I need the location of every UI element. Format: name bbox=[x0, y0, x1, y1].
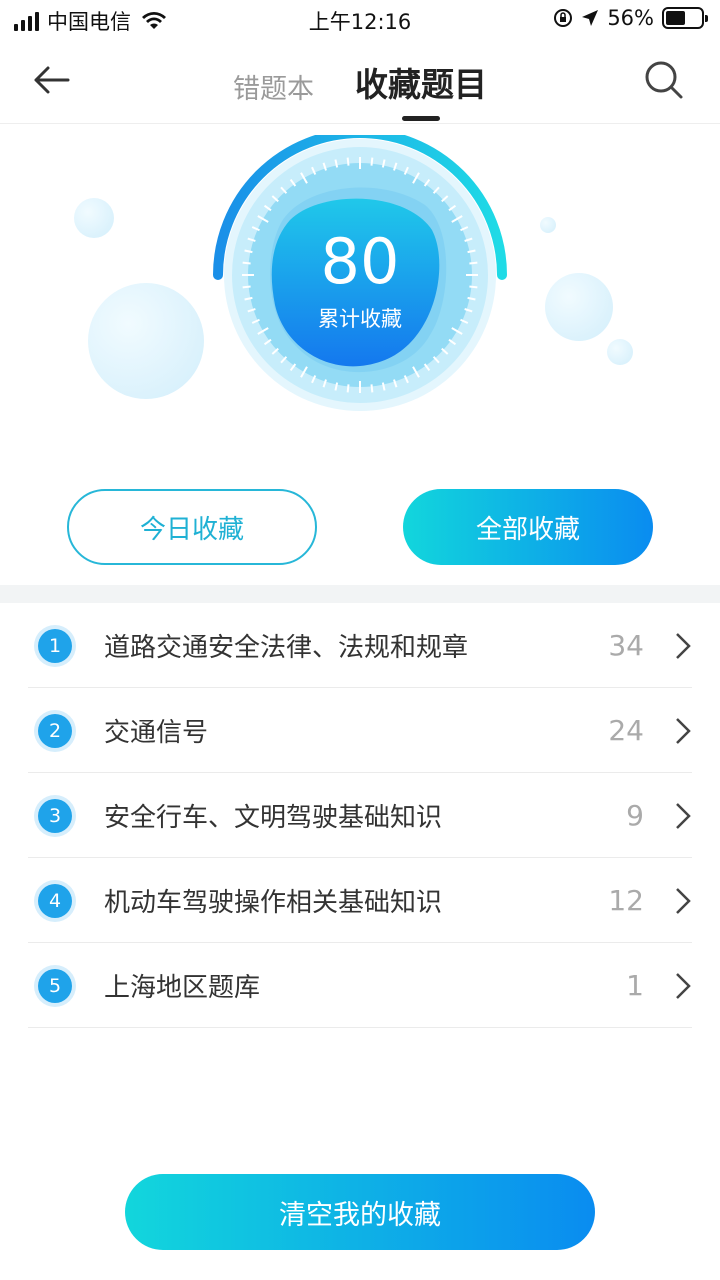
location-icon bbox=[582, 10, 599, 26]
chevron-right-icon bbox=[676, 632, 691, 659]
item-count: 34 bbox=[608, 629, 644, 662]
item-count: 12 bbox=[608, 884, 644, 917]
dial-tick bbox=[346, 384, 350, 393]
list-item[interactable]: 1 道路交通安全法律、法规和规章 34 bbox=[0, 603, 720, 688]
item-number-badge: 2 bbox=[38, 713, 72, 748]
item-count: 24 bbox=[608, 714, 644, 747]
battery-percent: 56% bbox=[607, 6, 654, 30]
item-number-badge: 3 bbox=[38, 798, 72, 833]
section-divider bbox=[0, 585, 720, 603]
list-item[interactable]: 2 交通信号 24 bbox=[0, 688, 720, 773]
item-count: 9 bbox=[626, 799, 644, 832]
tab-wrong-questions[interactable]: 错题本 bbox=[233, 67, 314, 106]
battery-fill bbox=[666, 11, 686, 25]
search-icon[interactable] bbox=[644, 60, 684, 100]
tab-favorites-label: 收藏题目 bbox=[355, 65, 488, 104]
decor-bubble bbox=[88, 283, 204, 399]
chevron-right-icon bbox=[676, 717, 691, 744]
item-count: 1 bbox=[626, 969, 644, 1002]
all-favorites-button[interactable]: 全部收藏 bbox=[403, 489, 653, 565]
favorites-count-label: 累计收藏 bbox=[318, 307, 402, 331]
item-title: 交通信号 bbox=[104, 718, 209, 748]
decor-bubble bbox=[607, 339, 633, 365]
tab-favorites[interactable]: 收藏题目 bbox=[355, 58, 488, 121]
dial-tick bbox=[370, 157, 374, 166]
item-number-badge: 5 bbox=[38, 968, 72, 1003]
chevron-right-icon bbox=[676, 972, 691, 999]
favorites-summary: 80 累计收藏 bbox=[0, 125, 720, 425]
item-title: 上海地区题库 bbox=[104, 973, 261, 1003]
dial-tick bbox=[370, 384, 374, 393]
battery-icon bbox=[662, 7, 708, 29]
tab-bar: 错题本 收藏题目 bbox=[0, 58, 720, 121]
tab-active-indicator bbox=[402, 116, 441, 121]
item-title: 安全行车、文明驾驶基础知识 bbox=[104, 803, 443, 833]
rotation-lock-icon bbox=[554, 9, 573, 27]
chevron-right-icon bbox=[676, 887, 691, 914]
list-item[interactable]: 5 上海地区题库 1 bbox=[0, 943, 720, 1028]
chevron-right-icon bbox=[676, 802, 691, 829]
item-number-badge: 1 bbox=[38, 628, 72, 663]
item-number-badge: 4 bbox=[38, 883, 72, 918]
list-item[interactable]: 3 安全行车、文明驾驶基础知识 9 bbox=[0, 773, 720, 858]
dial-tick bbox=[346, 157, 350, 166]
clear-favorites-button[interactable]: 清空我的收藏 bbox=[125, 1174, 595, 1250]
nav-bar: 错题本 收藏题目 bbox=[0, 44, 720, 124]
today-favorites-button[interactable]: 今日收藏 bbox=[67, 489, 317, 565]
item-title: 道路交通安全法律、法规和规章 bbox=[104, 633, 469, 663]
category-list: 1 道路交通安全法律、法规和规章 34 2 交通信号 24 3 安全行车、文明驾… bbox=[0, 603, 720, 1028]
favorites-count: 80 bbox=[320, 225, 400, 298]
status-bar: 中国电信 上午12:16 56% bbox=[0, 0, 720, 40]
item-title: 机动车驾驶操作相关基础知识 bbox=[104, 888, 443, 918]
list-item[interactable]: 4 机动车驾驶操作相关基础知识 12 bbox=[0, 858, 720, 943]
